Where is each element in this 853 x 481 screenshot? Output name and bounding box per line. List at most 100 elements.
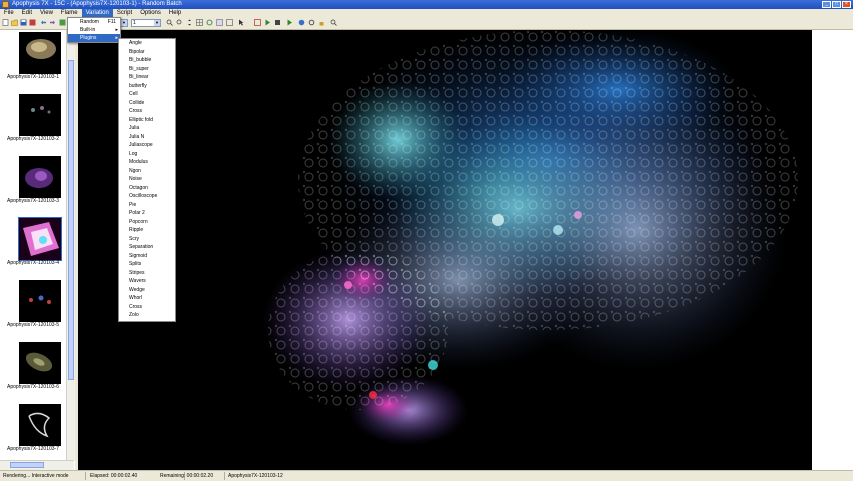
- thumbnail-label: Apophysis7X-120103-5: [7, 322, 59, 328]
- chevron-right-icon: ▸: [115, 27, 118, 33]
- menu-item-plugin[interactable]: Bi_linear: [119, 73, 175, 82]
- grid-icon[interactable]: [196, 19, 203, 26]
- menu-item-plugin[interactable]: Bipolar: [119, 48, 175, 57]
- menu-edit[interactable]: Edit: [18, 9, 36, 17]
- menu-item-plugin[interactable]: Separation: [119, 243, 175, 252]
- window-title: Apophysis 7X - 15C - (Apophysis7X-120103…: [12, 1, 182, 7]
- redo-icon[interactable]: [49, 19, 56, 26]
- canvas-margin: [812, 30, 853, 470]
- random-icon[interactable]: [298, 19, 305, 26]
- menu-item-plugin[interactable]: Collide: [119, 99, 175, 108]
- menu-item-plugin[interactable]: Angle: [119, 39, 175, 48]
- maximize-button[interactable]: □: [832, 1, 841, 8]
- settings-icon[interactable]: [308, 19, 315, 26]
- menu-item-plugin[interactable]: Wavers: [119, 277, 175, 286]
- flame-list-panel: Apophysis7X-120103-1 Apophysis7X-120103-…: [0, 30, 76, 470]
- menu-item-random[interactable]: Random F11: [68, 18, 120, 26]
- density-combo[interactable]: 1 ▼: [131, 19, 161, 27]
- flame-thumbnail: [19, 156, 61, 198]
- menu-item-plugin[interactable]: Cross: [119, 303, 175, 312]
- thumbnail-label: Apophysis7X-120103-1: [7, 74, 59, 80]
- play-icon[interactable]: [286, 19, 293, 26]
- chevron-down-icon: ▼: [121, 20, 127, 26]
- frame-icon[interactable]: [226, 19, 233, 26]
- menu-help[interactable]: Help: [165, 9, 185, 17]
- menu-item-plugin[interactable]: Scry: [119, 235, 175, 244]
- menu-item-plugin[interactable]: Stripes: [119, 269, 175, 278]
- menu-item-plugin[interactable]: Octagon: [119, 184, 175, 193]
- flame-thumbnail: [19, 404, 61, 446]
- thumbnail-list: Apophysis7X-120103-1 Apophysis7X-120103-…: [0, 30, 66, 460]
- rotate-icon[interactable]: [206, 19, 213, 26]
- list-item[interactable]: Apophysis7X-120103-2: [0, 92, 66, 154]
- stop-icon[interactable]: [274, 19, 281, 26]
- search-icon[interactable]: [330, 19, 337, 26]
- select-icon[interactable]: [238, 19, 245, 26]
- menu-variation[interactable]: Variation: [81, 9, 113, 17]
- zoom-out-icon[interactable]: [176, 19, 183, 26]
- flame-preview-canvas[interactable]: [78, 30, 812, 470]
- menu-item-plugin[interactable]: Modulus: [119, 158, 175, 167]
- undo-icon[interactable]: [40, 19, 47, 26]
- vertical-scrollbar[interactable]: [66, 30, 75, 460]
- script-run-icon[interactable]: [264, 19, 271, 26]
- minimize-button[interactable]: _: [822, 1, 831, 8]
- menu-file[interactable]: File: [0, 9, 18, 17]
- list-item[interactable]: Apophysis7X-120103-7: [0, 402, 66, 464]
- menu-item-plugin[interactable]: Julia N: [119, 133, 175, 142]
- menu-item-plugin[interactable]: Splits: [119, 260, 175, 269]
- menu-item-plugin[interactable]: Cell: [119, 90, 175, 99]
- menu-item-plugin[interactable]: Bi_super: [119, 65, 175, 74]
- scroll-thumb[interactable]: [68, 60, 74, 380]
- menu-item-plugin[interactable]: Pie: [119, 201, 175, 210]
- menu-item-plugin[interactable]: Oscilloscope: [119, 192, 175, 201]
- save-icon[interactable]: [20, 19, 27, 26]
- chevron-down-icon: ▼: [154, 20, 160, 26]
- menu-flame[interactable]: Flame: [57, 9, 82, 17]
- menu-item-plugins[interactable]: Plugins ▸: [68, 34, 120, 42]
- status-remaining: Remaining: 00:00:02.20: [160, 472, 225, 480]
- open-icon[interactable]: [11, 19, 18, 26]
- menu-item-plugin[interactable]: butterfly: [119, 82, 175, 91]
- list-item[interactable]: Apophysis7X-120103-1: [0, 30, 66, 92]
- title-bar: Apophysis 7X - 15C - (Apophysis7X-120103…: [0, 0, 853, 9]
- menu-item-plugin[interactable]: Popcorn: [119, 218, 175, 227]
- list-item[interactable]: Apophysis7X-120103-3: [0, 154, 66, 216]
- menu-item-plugin[interactable]: Log: [119, 150, 175, 159]
- status-render-text: Rendering... Interactive mode: [3, 472, 86, 480]
- horizontal-scrollbar[interactable]: [0, 460, 74, 470]
- menu-item-plugin[interactable]: Ripple: [119, 226, 175, 235]
- thumbnail-label: Apophysis7X-120103-6: [7, 384, 59, 390]
- menu-item-plugin[interactable]: Elliptic fold: [119, 116, 175, 125]
- menu-item-plugin[interactable]: Bi_bubble: [119, 56, 175, 65]
- menu-item-built-in[interactable]: Built-in ▸: [68, 26, 120, 34]
- scroll-thumb[interactable]: [10, 462, 44, 468]
- transform-icon[interactable]: [254, 19, 261, 26]
- list-item[interactable]: Apophysis7X-120103-4: [0, 216, 66, 278]
- move-icon[interactable]: [186, 19, 193, 26]
- new-icon[interactable]: [2, 19, 9, 26]
- layout-icon[interactable]: [216, 19, 223, 26]
- menu-item-plugin[interactable]: Cross: [119, 107, 175, 116]
- list-item[interactable]: Apophysis7X-120103-6: [0, 340, 66, 402]
- lock-icon[interactable]: [318, 19, 325, 26]
- zoom-in-icon[interactable]: [166, 19, 173, 26]
- menu-options[interactable]: Options: [136, 9, 165, 17]
- menu-view[interactable]: View: [36, 9, 57, 17]
- menu-item-plugin[interactable]: Polar 2: [119, 209, 175, 218]
- menu-item-plugin[interactable]: Whorl: [119, 294, 175, 303]
- menu-item-plugin[interactable]: Juliascope: [119, 141, 175, 150]
- app-icon: [2, 1, 9, 8]
- menu-item-plugin[interactable]: Julia: [119, 124, 175, 133]
- menu-item-plugin[interactable]: Zolo: [119, 311, 175, 320]
- menu-item-plugin[interactable]: Noise: [119, 175, 175, 184]
- list-item[interactable]: Apophysis7X-120103-5: [0, 278, 66, 340]
- menu-item-plugin[interactable]: Sigmoid: [119, 252, 175, 261]
- close-button[interactable]: ×: [842, 1, 851, 8]
- save-all-icon[interactable]: [29, 19, 36, 26]
- editor-icon[interactable]: [59, 19, 66, 26]
- flame-thumbnail: [19, 342, 61, 384]
- menu-script[interactable]: Script: [113, 9, 136, 17]
- menu-item-plugin[interactable]: Wedge: [119, 286, 175, 295]
- menu-item-plugin[interactable]: Ngon: [119, 167, 175, 176]
